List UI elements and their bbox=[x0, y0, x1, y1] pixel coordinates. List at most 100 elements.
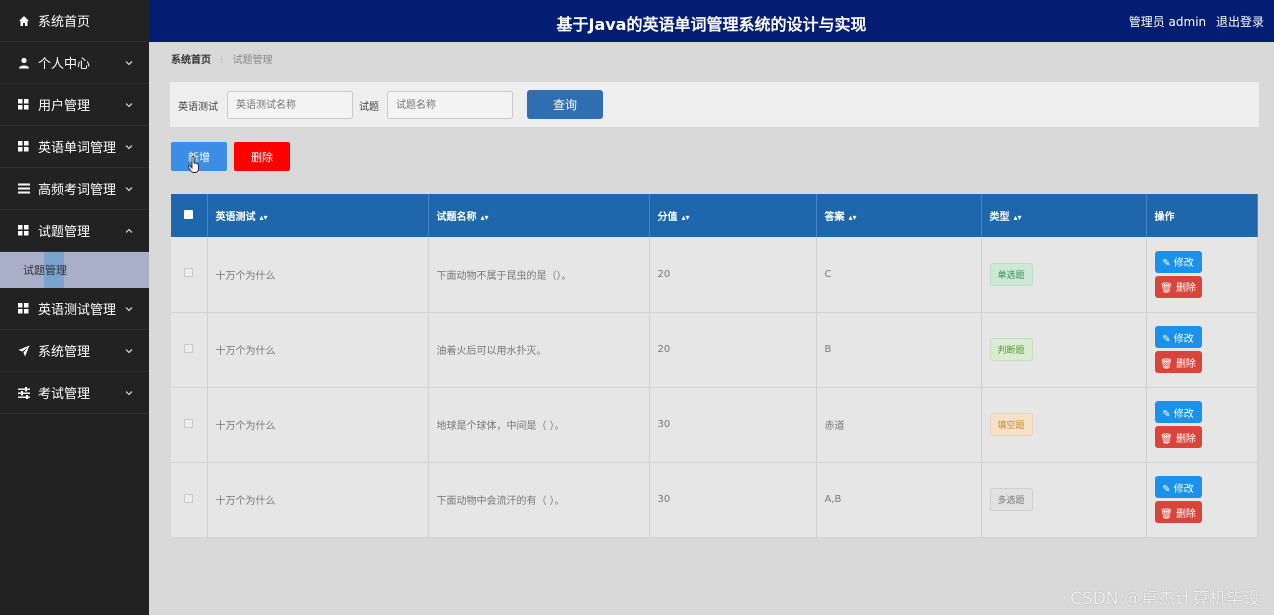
chevron-down-icon bbox=[125, 102, 133, 107]
sidebar-item-label: 试题管理 bbox=[38, 225, 91, 240]
question-input[interactable] bbox=[387, 91, 513, 119]
edit-button[interactable]: ✎ 修改 bbox=[1154, 401, 1202, 423]
english-test-label: 英语测试 bbox=[178, 102, 218, 113]
sidebar-item-label: 英语测试管理 bbox=[38, 303, 117, 318]
user-icon bbox=[17, 56, 30, 69]
select-all-checkbox[interactable] bbox=[184, 209, 194, 219]
cell-score: 20 bbox=[649, 312, 817, 388]
row-select-cell bbox=[171, 312, 208, 388]
cell-answer: A,B bbox=[816, 462, 982, 538]
paper-plane-icon bbox=[17, 344, 30, 357]
type-badge: 单选题 bbox=[989, 262, 1033, 286]
cell-english-test: 十万个为什么 bbox=[207, 237, 429, 313]
sidebar-item-words[interactable]: 英语单词管理 bbox=[0, 126, 149, 168]
edit-label: 修改 bbox=[1173, 483, 1194, 495]
row-checkbox[interactable] bbox=[184, 343, 194, 353]
chevron-down-icon bbox=[125, 144, 133, 149]
search-panel: 英语测试 试题 查询 bbox=[170, 82, 1259, 127]
edit-button[interactable]: ✎ 修改 bbox=[1154, 476, 1202, 498]
trash-icon: 🗑 bbox=[1160, 283, 1176, 295]
sort-icon: ▴▾ bbox=[480, 213, 489, 222]
edit-label: 修改 bbox=[1173, 333, 1194, 345]
trash-icon: 🗑 bbox=[1160, 358, 1176, 370]
edit-button[interactable]: ✎ 修改 bbox=[1154, 250, 1202, 273]
grid-icon bbox=[17, 302, 30, 315]
delete-label: 删除 bbox=[1175, 283, 1196, 295]
user-area: 管理员 admin 退出登录 bbox=[1123, 13, 1264, 30]
cell-actions: ✎ 修改 🗑 删除 bbox=[1146, 462, 1258, 538]
sidebar-item-frequent-words[interactable]: 高频考词管理 bbox=[0, 168, 149, 210]
column-question-name[interactable]: 试题名称 ▴▾ bbox=[428, 194, 650, 237]
english-test-input[interactable] bbox=[227, 91, 353, 119]
breadcrumb-separator: ⁝ bbox=[220, 55, 224, 66]
breadcrumb-home[interactable]: 系统首页 bbox=[171, 55, 211, 66]
sidebar: 系统首页 个人中心 用户管理 英语单词管理 高频考词管理 试题管理 试题管理 英… bbox=[0, 0, 149, 615]
cell-actions: ✎ 修改 🗑 删除 bbox=[1146, 237, 1258, 313]
cell-type: 判断题 bbox=[981, 312, 1147, 388]
top-header: 基于Java的英语单词管理系统的设计与实现 管理员 admin 退出登录 bbox=[149, 0, 1274, 42]
delete-label: 删除 bbox=[1175, 508, 1196, 520]
row-checkbox[interactable] bbox=[184, 493, 194, 503]
sidebar-item-label: 系统管理 bbox=[38, 345, 91, 360]
cell-score: 20 bbox=[649, 237, 817, 313]
column-english-test[interactable]: 英语测试 ▴▾ bbox=[207, 194, 429, 237]
sort-icon: ▴▾ bbox=[681, 213, 690, 222]
type-badge: 填空题 bbox=[989, 413, 1033, 436]
row-select-cell bbox=[171, 387, 208, 463]
sliders-icon bbox=[17, 386, 30, 399]
header-label: 答案 bbox=[824, 212, 845, 223]
sidebar-item-label: 考试管理 bbox=[38, 387, 91, 402]
sidebar-item-label: 个人中心 bbox=[38, 57, 91, 72]
delete-button[interactable]: 🗑 删除 bbox=[1154, 275, 1202, 298]
chevron-down-icon bbox=[125, 348, 133, 353]
sidebar-item-profile[interactable]: 个人中心 bbox=[0, 42, 149, 84]
table-row: 十万个为什么 下面动物中会流汗的有（ ）。 30 A,B 多选题 ✎ 修改 🗑 … bbox=[171, 462, 1258, 538]
delete-button[interactable]: 🗑 删除 bbox=[1154, 426, 1202, 448]
row-select-cell bbox=[171, 462, 208, 538]
trash-icon: 🗑 bbox=[1160, 433, 1176, 445]
sidebar-subitem-label: 试题管理 bbox=[23, 264, 67, 277]
sidebar-item-label: 英语单词管理 bbox=[38, 141, 117, 156]
sidebar-item-questions[interactable]: 试题管理 bbox=[0, 210, 149, 252]
cell-question-name: 地球是个球体，中间是（ ）。 bbox=[428, 387, 650, 463]
cell-answer: B bbox=[816, 312, 982, 388]
list-icon bbox=[17, 182, 30, 195]
edit-button[interactable]: ✎ 修改 bbox=[1154, 326, 1202, 348]
sidebar-item-exams[interactable]: 考试管理 bbox=[0, 372, 149, 414]
chevron-down-icon bbox=[125, 186, 133, 191]
delete-button[interactable]: 🗑 删除 bbox=[1154, 351, 1202, 373]
sidebar-subitem-question-management[interactable]: 试题管理 bbox=[0, 252, 149, 288]
header-label: 试题名称 bbox=[436, 212, 477, 223]
sidebar-item-system[interactable]: 系统管理 bbox=[0, 330, 149, 372]
cell-actions: ✎ 修改 🗑 删除 bbox=[1146, 387, 1258, 463]
column-answer[interactable]: 答案 ▴▾ bbox=[816, 194, 982, 237]
row-checkbox[interactable] bbox=[184, 268, 194, 278]
cell-type: 单选题 bbox=[981, 237, 1147, 313]
header-label: 分值 bbox=[657, 212, 678, 223]
logout-link[interactable]: 退出登录 bbox=[1216, 15, 1264, 29]
cell-type: 多选题 bbox=[981, 462, 1147, 538]
query-button[interactable]: 查询 bbox=[527, 90, 603, 119]
questions-table: 英语测试 ▴▾ 试题名称 ▴▾ 分值 ▴▾ 答案 ▴▾ 类型 ▴▾ 操作 十万个为什么 下… bbox=[171, 194, 1258, 538]
sidebar-item-home[interactable]: 系统首页 bbox=[0, 0, 149, 42]
sidebar-item-label: 用户管理 bbox=[38, 99, 91, 114]
batch-delete-button[interactable]: 删除 bbox=[234, 142, 290, 171]
delete-button[interactable]: 🗑 删除 bbox=[1154, 501, 1202, 523]
row-checkbox[interactable] bbox=[184, 418, 194, 428]
sort-icon: ▴▾ bbox=[848, 213, 857, 222]
grid-icon bbox=[17, 140, 30, 153]
breadcrumb: 系统首页 ⁝ 试题管理 bbox=[171, 51, 273, 66]
chevron-down-icon bbox=[125, 390, 133, 395]
edit-icon: ✎ bbox=[1162, 333, 1174, 345]
sidebar-item-users[interactable]: 用户管理 bbox=[0, 84, 149, 126]
cell-question-name: 下面动物中会流汗的有（ ）。 bbox=[428, 462, 650, 538]
table-row: 十万个为什么 地球是个球体，中间是（ ）。 30 赤道 填空题 ✎ 修改 🗑 删… bbox=[171, 387, 1258, 463]
sidebar-item-english-tests[interactable]: 英语测试管理 bbox=[0, 288, 149, 330]
cell-answer: 赤道 bbox=[816, 387, 982, 463]
edit-label: 修改 bbox=[1173, 258, 1194, 270]
column-actions: 操作 bbox=[1146, 194, 1258, 237]
cell-question-name: 下面动物不属于昆虫的是（）。 bbox=[428, 237, 650, 313]
column-type[interactable]: 类型 ▴▾ bbox=[981, 194, 1147, 237]
column-score[interactable]: 分值 ▴▾ bbox=[649, 194, 817, 237]
delete-label: 删除 bbox=[1175, 358, 1196, 370]
